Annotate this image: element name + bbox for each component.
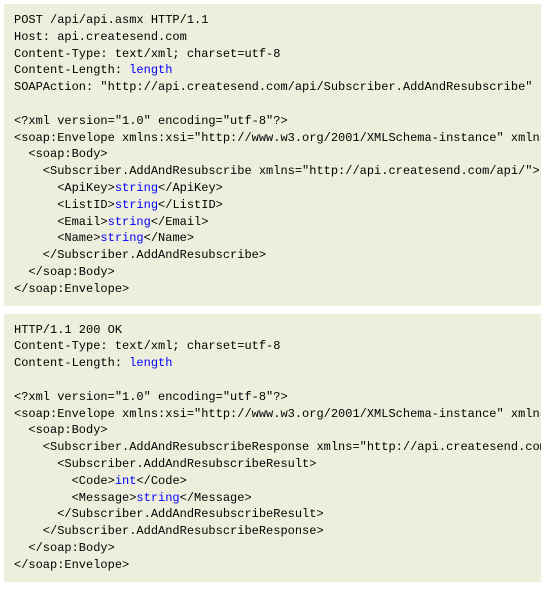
name-close: </Name> — [144, 231, 194, 245]
request-header-soapaction: SOAPAction: "http://api.createsend.com/a… — [14, 80, 532, 94]
email-open: <Email> — [14, 215, 108, 229]
result-close: </Subscriber.AddAndResubscribeResult> — [14, 507, 324, 521]
result-open: <Subscriber.AddAndResubscribeResult> — [14, 457, 316, 471]
placeholder-string: string — [115, 198, 158, 212]
operation-open: <Subscriber.AddAndResubscribe xmlns="htt… — [14, 164, 540, 178]
listid-close: </ListID> — [158, 198, 223, 212]
operation-close: </Subscriber.AddAndResubscribe> — [14, 248, 266, 262]
placeholder-string: string — [100, 231, 143, 245]
request-header-content-length-label: Content-Length: — [14, 63, 129, 77]
soap-body-close: </soap:Body> — [14, 541, 115, 555]
soap-body-open: <soap:Body> — [14, 147, 108, 161]
soap-envelope-close: </soap:Envelope> — [14, 282, 129, 296]
placeholder-string: string — [108, 215, 151, 229]
placeholder-string: string — [136, 491, 179, 505]
placeholder-int: int — [115, 474, 137, 488]
xml-declaration: <?xml version="1.0" encoding="utf-8"?> — [14, 390, 288, 404]
soap-body-open: <soap:Body> — [14, 423, 108, 437]
code-open: <Code> — [14, 474, 115, 488]
listid-open: <ListID> — [14, 198, 115, 212]
soap-envelope-close: </soap:Envelope> — [14, 558, 129, 572]
placeholder-string: string — [115, 181, 158, 195]
placeholder-length: length — [129, 356, 172, 370]
code-close: </Code> — [136, 474, 186, 488]
request-header-content-type: Content-Type: text/xml; charset=utf-8 — [14, 47, 280, 61]
xml-declaration: <?xml version="1.0" encoding="utf-8"?> — [14, 114, 288, 128]
email-close: </Email> — [151, 215, 209, 229]
response-header-content-length-label: Content-Length: — [14, 356, 129, 370]
soap-body-close: </soap:Body> — [14, 265, 115, 279]
placeholder-length: length — [129, 63, 172, 77]
message-open: <Message> — [14, 491, 136, 505]
request-header-host: Host: api.createsend.com — [14, 30, 187, 44]
apikey-close: </ApiKey> — [158, 181, 223, 195]
response-operation-open: <Subscriber.AddAndResubscribeResponse xm… — [14, 440, 541, 454]
http-request-block: POST /api/api.asmx HTTP/1.1 Host: api.cr… — [4, 4, 541, 306]
soap-envelope-open: <soap:Envelope xmlns:xsi="http://www.w3.… — [14, 131, 541, 145]
apikey-open: <ApiKey> — [14, 181, 115, 195]
message-close: </Message> — [180, 491, 252, 505]
request-line-post: POST /api/api.asmx HTTP/1.1 — [14, 13, 208, 27]
response-operation-close: </Subscriber.AddAndResubscribeResponse> — [14, 524, 324, 538]
http-response-block: HTTP/1.1 200 OK Content-Type: text/xml; … — [4, 314, 541, 582]
response-status-line: HTTP/1.1 200 OK — [14, 323, 122, 337]
name-open: <Name> — [14, 231, 100, 245]
soap-envelope-open: <soap:Envelope xmlns:xsi="http://www.w3.… — [14, 407, 541, 421]
response-header-content-type: Content-Type: text/xml; charset=utf-8 — [14, 339, 280, 353]
